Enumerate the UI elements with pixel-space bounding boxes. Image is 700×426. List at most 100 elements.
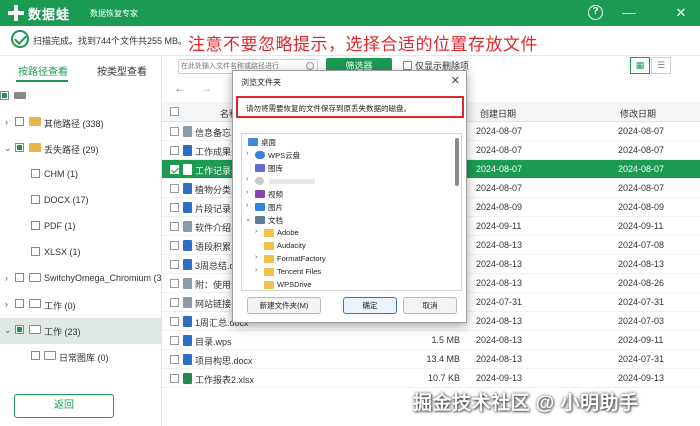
tree-checkbox[interactable] [31,351,40,360]
tree-row[interactable]: › 工作 (0) [0,292,162,318]
row-checkbox[interactable] [170,146,179,155]
drive-icon [14,92,26,99]
cancel-button[interactable]: 取消 [403,297,457,314]
left-panel: 按路径查看 按类型查看 › 其他路径 (338) ⌄ 丢失路径 (29) CHM… [0,56,162,426]
tree-row-drive[interactable] [0,84,162,110]
back-arrow-icon[interactable]: ← [174,81,186,95]
folder-tree-item[interactable]: › Adobe [242,227,447,240]
grid-view-icon[interactable]: ▦ [630,57,650,74]
chevron-down-icon[interactable]: ⌄ [4,325,12,336]
tab-by-path[interactable]: 按路径查看 [18,63,68,78]
folder-tree-item[interactable]: › Tencent Files [242,266,447,279]
folder-tree-item[interactable]: › [242,175,447,188]
tree-checkbox[interactable] [15,117,24,126]
tree-checkbox[interactable] [15,325,24,334]
list-view-icon[interactable]: ☰ [651,57,671,74]
picture-icon [255,203,265,211]
doc-file-icon [183,202,192,213]
tree-checkbox[interactable] [31,221,40,230]
table-row[interactable]: 目录.wps 1.5 MB 2024-08-13 2024-09-11 [162,331,700,350]
only-deleted-checkbox[interactable] [403,61,412,70]
column-modified[interactable]: 修改日期 [620,107,656,120]
select-all-checkbox[interactable] [170,107,179,116]
help-button[interactable]: ? [588,5,603,20]
file-modified: 2024-08-09 [618,202,665,212]
column-created[interactable]: 创建日期 [480,107,516,120]
chevron-down-icon[interactable]: ⌄ [245,215,251,223]
ok-button[interactable]: 确定 [343,297,397,314]
row-checkbox[interactable] [170,203,179,212]
chevron-right-icon[interactable]: › [5,117,8,127]
folder-tree-item[interactable]: 桌面 [242,136,447,149]
tree-checkbox[interactable] [15,299,24,308]
tree-row[interactable]: › 其他路径 (338) [0,110,162,136]
folder-tree-item[interactable]: 图库 [242,162,447,175]
chevron-right-icon[interactable]: › [255,267,257,274]
folder-tree-item[interactable]: › FormatFactory [242,253,447,266]
tree-label: CHM (1) [44,169,78,179]
folder-tree-item[interactable]: WPSDrive [242,279,447,290]
chevron-right-icon[interactable]: › [246,150,248,157]
row-checkbox[interactable] [170,279,179,288]
tree-checkbox[interactable] [15,273,24,282]
tree-checkbox[interactable] [31,247,40,256]
tree-row[interactable]: XLSX (1) [0,240,162,266]
chevron-right-icon[interactable]: › [246,176,248,183]
file-modified: 2024-07-31 [618,354,665,364]
folder-tree-item[interactable]: ⌄ 文档 [242,214,447,227]
row-checkbox[interactable] [170,317,179,326]
row-checkbox[interactable] [170,222,179,231]
folder-label: 图库 [268,164,283,173]
row-checkbox[interactable] [170,241,179,250]
tree-checkbox[interactable] [31,169,40,178]
row-checkbox[interactable] [170,336,179,345]
tree-row[interactable]: 日常图库 (0) [0,344,162,370]
folder-label: 视频 [268,190,283,199]
folder-tree-item[interactable]: Audacity [242,240,447,253]
folder-tree-item[interactable]: › WPS云盘 [242,149,447,162]
file-created: 2024-07-31 [476,297,523,307]
table-row[interactable]: 工作报表2.xlsx 10.7 KB 2024-09-13 2024-09-13 [162,369,700,388]
chevron-right-icon[interactable]: › [246,189,248,196]
tree-row-selected[interactable]: ⌄ 工作 (23) [0,318,162,344]
folder-tree-item[interactable]: › 图片 [242,201,447,214]
file-created: 2024-08-07 [476,183,523,193]
chevron-right-icon[interactable]: › [246,202,248,209]
forward-arrow-icon[interactable]: → [200,81,212,95]
view-tabs: 按路径查看 按类型查看 [0,56,162,84]
row-checkbox[interactable] [170,355,179,364]
chevron-down-icon[interactable]: ⌄ [4,143,12,154]
file-name: 项目构思.docx [195,356,253,366]
chevron-right-icon[interactable]: › [255,228,257,235]
tree-row[interactable]: CHM (1) [0,162,162,188]
chevron-right-icon[interactable]: › [255,254,257,261]
tree-row[interactable]: › SwitchyOmega_Chromium (3 [0,266,162,292]
row-checkbox[interactable] [170,127,179,136]
chevron-right-icon[interactable]: › [5,299,8,309]
tree-row[interactable]: PDF (1) [0,214,162,240]
row-checkbox[interactable] [170,165,179,174]
file-modified: 2024-07-08 [618,240,665,250]
tree-checkbox[interactable] [0,91,9,100]
close-button[interactable]: ✕ [672,4,690,22]
back-button[interactable]: 返回 [14,394,114,418]
folder-label: 桌面 [261,138,276,147]
tree-row[interactable]: ⌄ 丢失路径 (29) [0,136,162,162]
folder-tree-item[interactable]: › 视频 [242,188,447,201]
new-folder-button[interactable]: 新建文件夹(M) [247,297,321,314]
tree-checkbox[interactable] [15,143,24,152]
row-checkbox[interactable] [170,374,179,383]
table-row[interactable]: 项目构思.docx 13.4 MB 2024-08-13 2024-07-31 [162,350,700,369]
folder-tree-scrollbar[interactable] [455,138,459,186]
chevron-right-icon[interactable]: › [5,273,8,283]
dialog-close-button[interactable]: ✕ [451,74,460,87]
minimize-button[interactable]: — [620,4,638,22]
tree-row[interactable]: DOCX (17) [0,188,162,214]
tree-checkbox[interactable] [31,195,40,204]
row-checkbox[interactable] [170,184,179,193]
tab-by-type[interactable]: 按类型查看 [97,63,147,78]
row-checkbox[interactable] [170,298,179,307]
row-checkbox[interactable] [170,260,179,269]
search-icon[interactable] [306,62,314,70]
folder-icon [44,351,56,360]
